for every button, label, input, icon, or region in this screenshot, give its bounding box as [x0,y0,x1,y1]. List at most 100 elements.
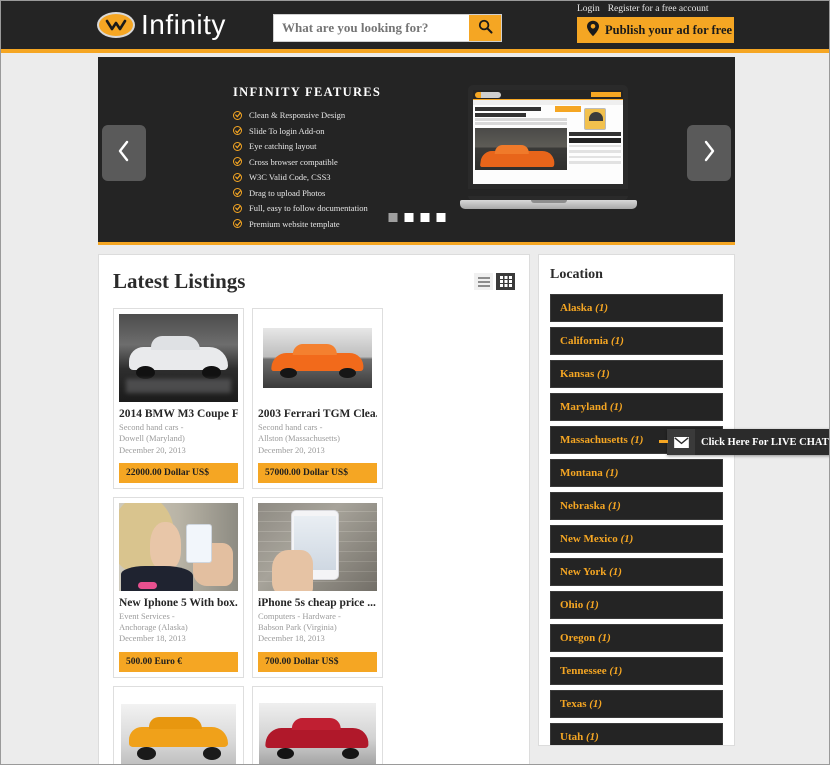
feature-label: Full, easy to follow documentation [249,203,368,213]
promo-slider: INFINITY FEATURES Clean & Responsive Des… [98,57,735,245]
location-name: Massachusetts [560,434,628,446]
live-chat-tab[interactable]: Click Here For LIVE CHAT :) [667,429,830,455]
listing-price: 57000.00 Dollar US$ [258,463,377,483]
slider-dot-2[interactable] [404,213,413,222]
location-name: Ohio [560,599,583,611]
search-box [273,14,502,42]
site-logo[interactable]: Infinity [97,9,226,41]
slider-dot-1[interactable] [388,213,397,222]
sidebar-item-nebraska[interactable]: Nebraska (1) [550,492,723,520]
feature-label: Slide To login Add-on [249,126,325,136]
publish-ad-button[interactable]: Publish your ad for free [577,17,734,43]
location-count: (1) [610,401,623,413]
feature-item: Clean & Responsive Design [233,110,381,120]
listing-card[interactable]: 2014 BMW M3 Coupe F... Second hand cars … [113,308,244,489]
slider-next-button[interactable] [687,125,731,181]
sidebar-item-utah[interactable]: Utah (1) [550,723,723,746]
location-name: New York [560,566,606,578]
listing-location: Anchorage (Alaska) [119,622,238,633]
location-count: (1) [597,368,610,380]
check-icon [233,219,242,228]
feature-item: W3C Valid Code, CSS3 [233,172,381,182]
features-block: INFINITY FEATURES Clean & Responsive Des… [233,85,381,234]
sidebar-item-new-york[interactable]: New York (1) [550,558,723,586]
sidebar-item-alaska[interactable]: Alaska (1) [550,294,723,322]
search-input[interactable] [274,15,469,41]
listing-photo [119,692,238,765]
slider-pagination [388,213,445,222]
slider-dot-4[interactable] [436,213,445,222]
listing-price: 500.00 Euro € [119,652,238,672]
site-name: Infinity [141,9,226,41]
features-list: Clean & Responsive Design Slide To login… [233,110,381,229]
listing-meta: Computers - Hardware - Babson Park (Virg… [258,611,377,645]
listing-photo [258,503,377,591]
listing-date: December 18, 2013 [119,633,238,644]
location-name: Tennessee [560,665,607,677]
listing-location: Babson Park (Virginia) [258,622,377,633]
location-count: (1) [631,434,644,446]
feature-item: Drag to upload Photos [233,188,381,198]
location-count: (1) [595,302,608,314]
search-icon [478,19,493,37]
listing-card[interactable]: Test- Toyota FT 86 2013 Second hand cars… [252,686,383,765]
listing-date: December 18, 2013 [258,633,377,644]
sidebar-item-maryland[interactable]: Maryland (1) [550,393,723,421]
listing-meta: Second hand cars - Allston (Massachusett… [258,422,377,456]
listing-card[interactable]: 2003 Ferrari TGM Clea... Second hand car… [252,308,383,489]
listing-location: Dowell (Maryland) [119,433,238,444]
listing-photo [119,503,238,591]
sidebar-item-california[interactable]: California (1) [550,327,723,355]
listing-date: December 20, 2013 [119,445,238,456]
listing-title: iPhone 5s cheap price ... [258,597,377,609]
account-links: Login Register for a free account [577,4,708,14]
slider-dot-3[interactable] [420,213,429,222]
check-icon [233,173,242,182]
listing-price: 700.00 Dollar US$ [258,652,377,672]
feature-label: Clean & Responsive Design [249,110,345,120]
location-count: (1) [608,500,621,512]
live-chat-label: Click Here For LIVE CHAT :) [695,437,830,448]
sidebar-item-oregon[interactable]: Oregon (1) [550,624,723,652]
location-name: California [560,335,608,347]
location-count: (1) [598,632,611,644]
location-name: Texas [560,698,587,710]
feature-label: W3C Valid Code, CSS3 [249,172,331,182]
slider-prev-button[interactable] [102,125,146,181]
search-button[interactable] [469,15,501,41]
location-count: (1) [609,566,622,578]
login-link[interactable]: Login [577,4,600,14]
check-icon [233,142,242,151]
check-icon [233,111,242,120]
register-link[interactable]: Register for a free account [608,4,709,14]
location-sidebar: Location Alaska (1) California (1) Kansa… [538,254,735,746]
feature-label: Eye catching layout [249,141,317,151]
grid-view-icon[interactable] [496,273,515,290]
chevron-left-icon [117,140,131,167]
sidebar-item-tennessee[interactable]: Tennessee (1) [550,657,723,685]
listing-photo [258,314,377,402]
sidebar-item-new-mexico[interactable]: New Mexico (1) [550,525,723,553]
sidebar-item-ohio[interactable]: Ohio (1) [550,591,723,619]
listing-card[interactable]: iPhone 5s cheap price ... Computers - Ha… [252,497,383,678]
infinity-logo-icon [97,12,135,38]
feature-label: Premium website template [249,219,340,229]
page-root: Infinity Login Register for a free accou… [0,0,830,765]
listing-card[interactable]: New Iphone 5 With box... Event Services … [113,497,244,678]
location-count: (1) [620,533,633,545]
sidebar-item-texas[interactable]: Texas (1) [550,690,723,718]
listing-category: Event Services - [119,611,238,622]
site-header: Infinity Login Register for a free accou… [1,1,829,53]
listing-location: Allston (Massachusetts) [258,433,377,444]
sidebar-item-montana[interactable]: Montana (1) [550,459,723,487]
listing-meta: Event Services - Anchorage (Alaska) Dece… [119,611,238,645]
feature-label: Drag to upload Photos [249,188,325,198]
location-name: New Mexico [560,533,618,545]
envelope-icon [667,429,695,455]
list-view-icon[interactable] [474,273,493,290]
location-count: (1) [586,599,599,611]
location-name: Alaska [560,302,592,314]
sidebar-item-kansas[interactable]: Kansas (1) [550,360,723,388]
chevron-right-icon [702,140,716,167]
listing-card[interactable]: 2015 Ford Mustang - O... Second hand car… [113,686,244,765]
